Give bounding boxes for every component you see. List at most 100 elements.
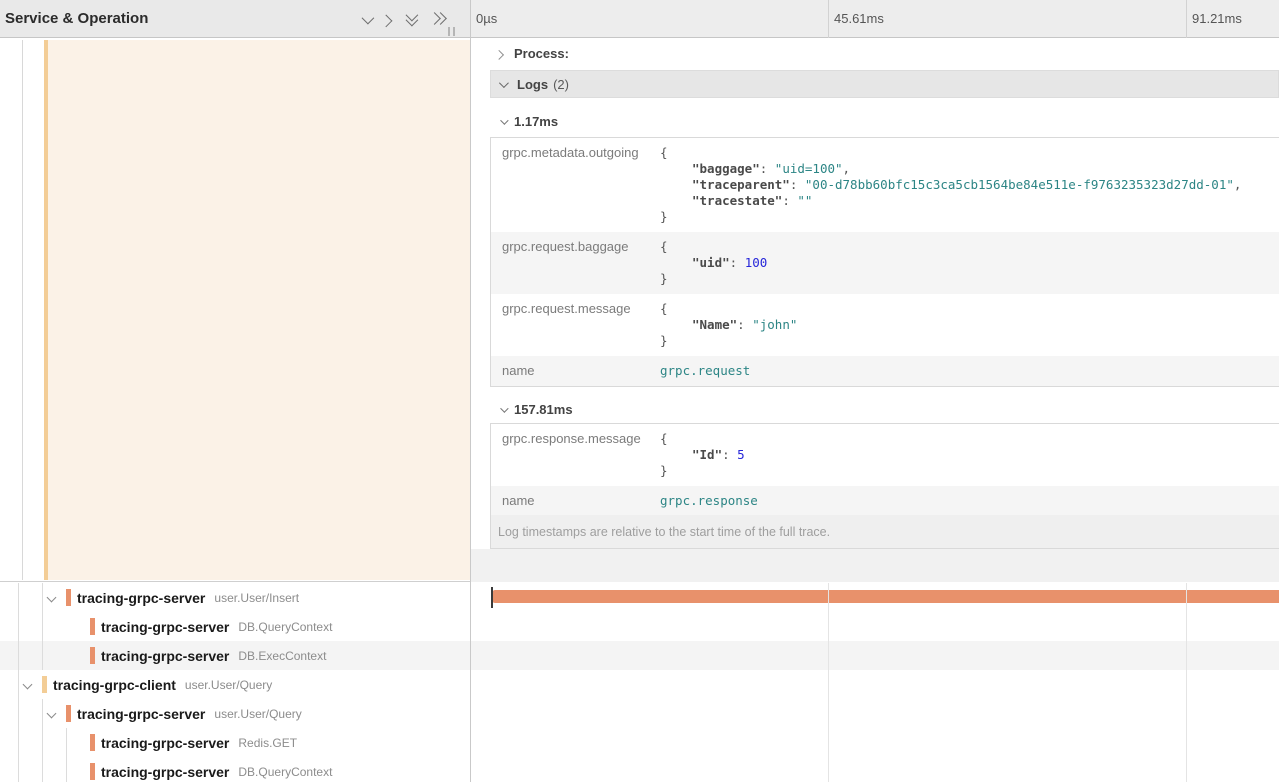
span-color-chip bbox=[66, 705, 71, 722]
timeline-row[interactable] bbox=[471, 612, 1279, 641]
service-name[interactable]: tracing-grpc-server bbox=[101, 735, 229, 751]
span-start-tick bbox=[491, 587, 493, 608]
service-name[interactable]: tracing-grpc-server bbox=[101, 764, 229, 780]
log-entry-header[interactable]: 157.81ms bbox=[500, 402, 573, 417]
key-value-row: grpc.request.baggage{"uid": 100} bbox=[491, 232, 1279, 294]
process-label: Process: bbox=[514, 46, 569, 61]
timeline-gridline bbox=[828, 583, 829, 782]
span-tree: tracing-grpc-serveruser.User/Inserttraci… bbox=[0, 583, 470, 782]
key-value-row: grpc.request.message{"Name": "john"} bbox=[491, 294, 1279, 356]
tree-guide-line bbox=[42, 583, 43, 612]
timeline-row[interactable] bbox=[471, 583, 1279, 612]
span-color-chip bbox=[66, 589, 71, 606]
tree-guide-line bbox=[66, 757, 67, 782]
tree-guide-line bbox=[18, 641, 19, 670]
operation-name[interactable]: DB.QueryContext bbox=[238, 620, 332, 634]
span-row[interactable]: tracing-grpc-server DB.ExecContext bbox=[0, 641, 470, 670]
logs-footer-note: Log timestamps are relative to the start… bbox=[498, 525, 830, 539]
operation-name[interactable]: DB.QueryContext bbox=[238, 765, 332, 779]
service-operation-header: Service & Operation bbox=[0, 0, 470, 38]
key-value-row: namegrpc.request bbox=[491, 356, 1279, 386]
logs-count: (2) bbox=[553, 77, 569, 92]
tree-guide-line bbox=[18, 670, 19, 699]
field-key: grpc.response.message bbox=[491, 431, 660, 479]
operation-name[interactable]: user.User/Query bbox=[214, 707, 301, 721]
span-row[interactable]: tracing-grpc-server Redis.GET bbox=[0, 728, 470, 757]
service-name[interactable]: tracing-grpc-server bbox=[77, 706, 205, 722]
tree-guide-line bbox=[18, 699, 19, 728]
service-name[interactable]: tracing-grpc-server bbox=[101, 648, 229, 664]
tree-guide-line bbox=[18, 728, 19, 757]
service-operation-title: Service & Operation bbox=[5, 0, 148, 38]
key-value-row: grpc.metadata.outgoing{"baggage": "uid=1… bbox=[491, 138, 1279, 232]
operation-name[interactable]: user.User/Query bbox=[185, 678, 272, 692]
tree-guide-line bbox=[18, 583, 19, 612]
tree-guide-line bbox=[18, 757, 19, 782]
process-accordion[interactable]: Process: bbox=[497, 46, 569, 61]
service-name[interactable]: tracing-grpc-client bbox=[53, 677, 176, 693]
span-color-chip bbox=[90, 763, 95, 780]
tree-guide-line bbox=[42, 699, 43, 728]
tree-guide-line bbox=[42, 612, 43, 641]
span-row[interactable]: tracing-grpc-server user.User/Insert bbox=[0, 583, 470, 612]
span-row[interactable]: tracing-grpc-server DB.QueryContext bbox=[0, 612, 470, 641]
tree-guide-line bbox=[66, 728, 67, 757]
logs-label: Logs bbox=[517, 77, 548, 92]
span-detail-panel: Process: Logs (2) 1.17ms grpc.metadata.ou… bbox=[471, 38, 1279, 582]
tree-guide-line bbox=[42, 641, 43, 670]
collapse-chevron-icon[interactable] bbox=[47, 709, 57, 719]
log-timestamp: 1.17ms bbox=[514, 114, 558, 129]
span-timeline bbox=[471, 583, 1279, 782]
column-resizer-grip[interactable] bbox=[448, 27, 456, 36]
log-entry-header[interactable]: 1.17ms bbox=[500, 114, 558, 129]
timeline-row[interactable] bbox=[471, 699, 1279, 728]
field-key: grpc.metadata.outgoing bbox=[491, 145, 660, 225]
field-value: {"uid": 100} bbox=[660, 239, 1279, 287]
operation-name[interactable]: Redis.GET bbox=[238, 736, 297, 750]
service-name[interactable]: tracing-grpc-server bbox=[77, 590, 205, 606]
tree-guide-line bbox=[22, 40, 23, 580]
timeline-tick-label: 45.61ms bbox=[828, 0, 884, 38]
timeline-gridline bbox=[1186, 583, 1187, 782]
field-key: grpc.request.message bbox=[491, 301, 660, 349]
collapse-one-icon[interactable] bbox=[362, 11, 375, 24]
tree-guide-line bbox=[42, 757, 43, 782]
expand-one-icon[interactable] bbox=[380, 14, 393, 27]
timeline-row[interactable] bbox=[471, 757, 1279, 782]
chevron-down-icon bbox=[500, 404, 508, 412]
expanded-row-highlight bbox=[48, 40, 470, 580]
service-name[interactable]: tracing-grpc-server bbox=[101, 619, 229, 635]
field-value: grpc.request bbox=[660, 363, 1279, 379]
operation-name[interactable]: DB.ExecContext bbox=[238, 649, 326, 663]
collapse-all-icon[interactable] bbox=[404, 12, 418, 26]
field-key: name bbox=[491, 363, 660, 379]
span-row[interactable]: tracing-grpc-server DB.QueryContext bbox=[0, 757, 470, 782]
timeline-row[interactable] bbox=[471, 670, 1279, 699]
field-key: grpc.request.baggage bbox=[491, 239, 660, 287]
timeline-tick-label: 0µs bbox=[471, 0, 497, 38]
key-values-table: grpc.metadata.outgoing{"baggage": "uid=1… bbox=[490, 137, 1279, 387]
span-color-chip bbox=[42, 676, 47, 693]
logs-footer: Log timestamps are relative to the start… bbox=[490, 515, 1279, 549]
logs-accordion-header[interactable]: Logs (2) bbox=[490, 70, 1279, 98]
field-value: grpc.response bbox=[660, 493, 1279, 509]
key-value-row: namegrpc.response bbox=[491, 486, 1279, 516]
collapse-chevron-icon[interactable] bbox=[23, 680, 33, 690]
field-value: {"Id": 5} bbox=[660, 431, 1279, 479]
operation-name[interactable]: user.User/Insert bbox=[214, 591, 299, 605]
span-color-chip bbox=[90, 734, 95, 751]
timeline-row[interactable] bbox=[471, 641, 1279, 670]
expand-all-icon[interactable] bbox=[430, 12, 444, 26]
span-duration-bar[interactable] bbox=[492, 590, 1279, 603]
span-row[interactable]: tracing-grpc-server user.User/Query bbox=[0, 699, 470, 728]
field-value: {"Name": "john"} bbox=[660, 301, 1279, 349]
detail-bottom-padding bbox=[471, 549, 1279, 582]
timeline-row[interactable] bbox=[471, 728, 1279, 757]
span-row[interactable]: tracing-grpc-client user.User/Query bbox=[0, 670, 470, 699]
tree-guide-line bbox=[42, 728, 43, 757]
span-color-chip bbox=[90, 618, 95, 635]
field-key: name bbox=[491, 493, 660, 509]
collapse-chevron-icon[interactable] bbox=[47, 593, 57, 603]
key-value-row: grpc.response.message{"Id": 5} bbox=[491, 424, 1279, 486]
trace-view: Service & Operation 0µs45.61ms91.21ms Pr… bbox=[0, 0, 1279, 782]
